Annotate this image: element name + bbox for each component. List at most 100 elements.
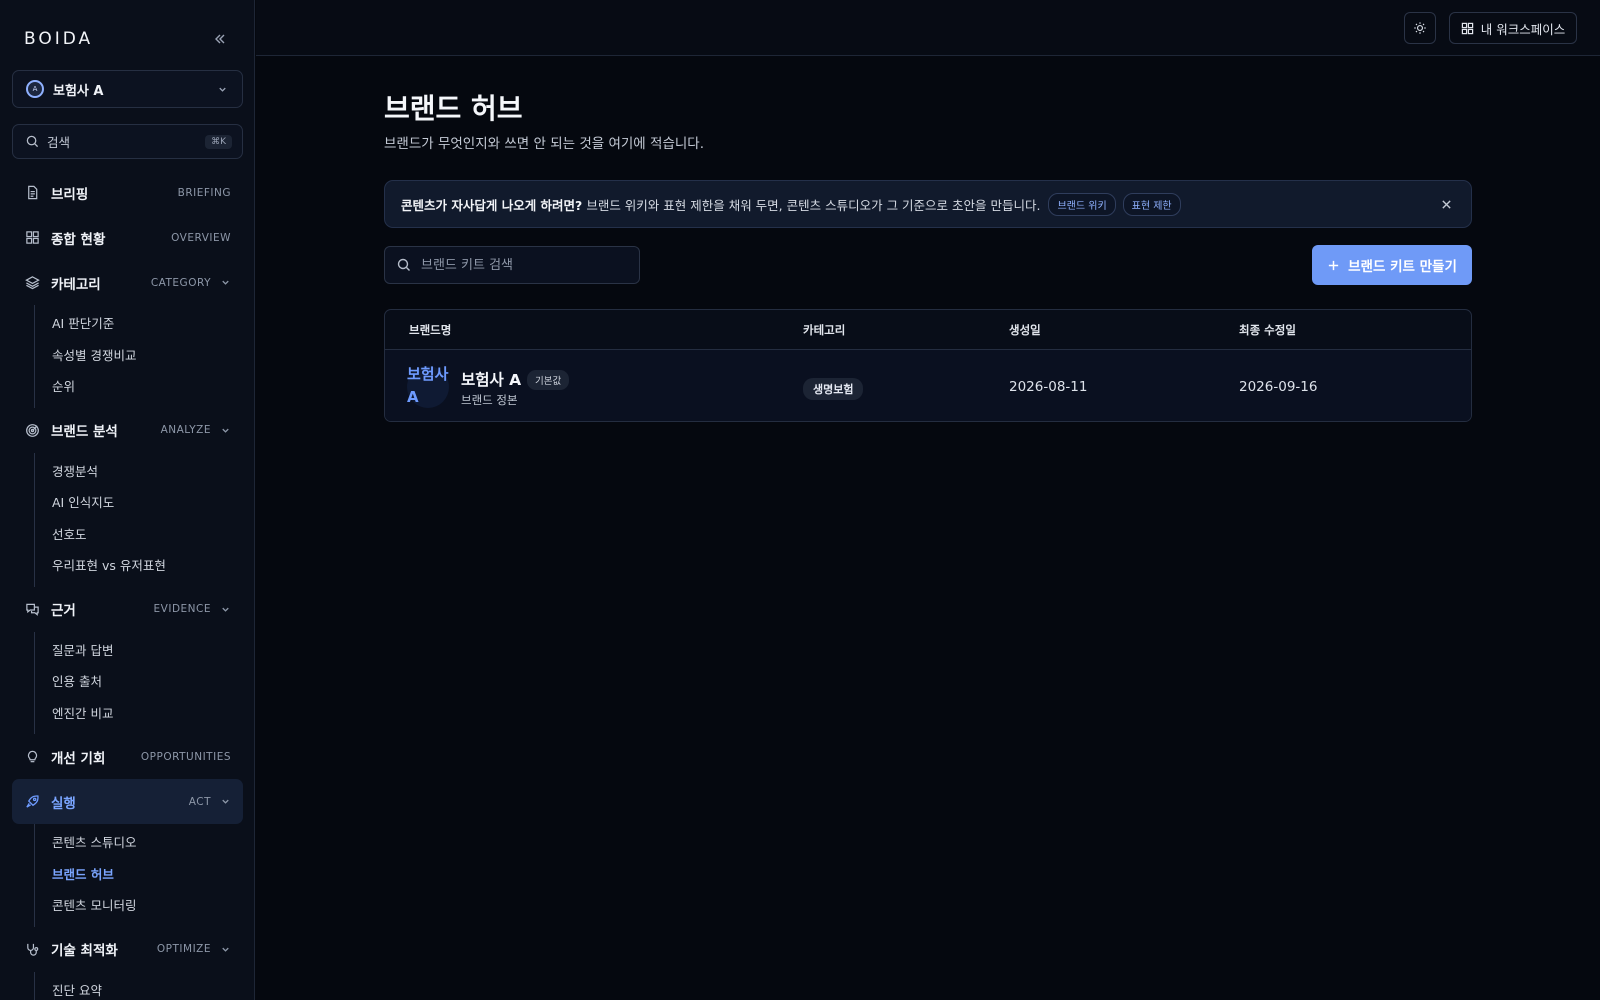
page-subtitle: 브랜드가 무엇인지와 쓰면 안 되는 것을 여기에 적습니다. — [384, 136, 704, 152]
search-shortcut-badge: ⌘K — [205, 134, 232, 149]
nav-section-optimize[interactable]: 기술 최적화 OPTIMIZE — [12, 927, 243, 972]
sidebar-sub-item[interactable]: AI 인식지도 — [35, 486, 243, 518]
sidebar-sub-item[interactable]: 인용 출처 — [35, 665, 243, 697]
nav-section-code: OVERVIEW — [171, 231, 231, 244]
nav-sub-list: 콘텐츠 스튜디오 브랜드 허브 콘텐츠 모니터링 — [34, 824, 243, 927]
rocket-icon — [24, 794, 40, 810]
create-brand-kit-button[interactable]: 브랜드 키트 만들기 — [1312, 245, 1472, 285]
nav-section-code: ANALYZE — [160, 424, 211, 436]
logo-row: BOIDA — [24, 26, 231, 52]
close-icon — [1441, 199, 1451, 209]
sidebar-sub-item[interactable]: 콘텐츠 모니터링 — [35, 889, 243, 921]
my-workspace-button[interactable]: 내 워크스페이스 — [1449, 12, 1577, 44]
nav-section-briefing[interactable]: 브리핑 BRIEFING — [12, 170, 243, 215]
brand-kit-table: 브랜드명 카테고리 생성일 최종 수정일 보험사 A 보험사 A 기본값 브랜드… — [384, 309, 1472, 422]
chevron-down-icon — [219, 425, 231, 436]
nav-section-opportunities[interactable]: 개선 기회 OPPORTUNITIES — [12, 734, 243, 779]
sidebar-sub-item[interactable]: 브랜드 허브 — [35, 858, 243, 890]
chevrons-left-icon — [215, 34, 225, 44]
nav-section-category[interactable]: 카테고리 CATEGORY — [12, 260, 243, 305]
sidebar-nav: 브리핑 BRIEFING 종합 현황 OVERVIEW 카테고리 CATEGORY AI 판… — [12, 170, 243, 1000]
sidebar-sub-item[interactable]: 선호도 — [35, 518, 243, 550]
app-logo[interactable]: BOIDA — [24, 29, 93, 49]
nav-section-label: 브리핑 — [51, 186, 89, 203]
sidebar-sub-item[interactable]: 콘텐츠 스튜디오 — [35, 826, 243, 858]
nav-section-label: 브랜드 분석 — [51, 424, 118, 440]
nav-section-act[interactable]: 실행 ACT — [12, 779, 243, 824]
theme-toggle-button[interactable] — [1404, 12, 1436, 44]
header-brand-name[interactable]: 브랜드명 — [409, 322, 451, 338]
nav-section-code: EVIDENCE — [153, 603, 211, 615]
banner-text: 브랜드 위키와 표현 제한을 채워 두면, 콘텐츠 스튜디오가 그 기준으로 초… — [586, 197, 1041, 213]
chat-icon — [24, 601, 40, 617]
brand-name[interactable]: 보험사 A — [461, 368, 521, 390]
workspace-name: 보험사 A — [53, 83, 104, 99]
my-workspace-label: 내 워크스페이스 — [1480, 21, 1566, 37]
chip-brand-wiki[interactable]: 브랜드 위키 — [1048, 192, 1116, 216]
modified-date: 2026-09-16 — [1239, 379, 1318, 395]
sidebar-search[interactable]: 검색 ⌘K — [12, 124, 243, 159]
nav-section-code: BRIEFING — [177, 186, 231, 199]
nav-section-code: ACT — [188, 795, 211, 808]
nav-section-evidence[interactable]: 근거 EVIDENCE — [12, 587, 243, 632]
info-banner: 콘텐츠가 자사답게 나오게 하려면? 브랜드 위키와 표현 제한을 채워 두면,… — [384, 180, 1472, 228]
sidebar-sub-item[interactable]: 질문과 답변 — [35, 634, 243, 666]
search-placeholder: 검색 — [47, 135, 71, 150]
nav-section-label: 종합 현황 — [51, 231, 106, 248]
workspace-selector[interactable]: A 보험사 A — [12, 70, 243, 108]
header-category[interactable]: 카테고리 — [803, 322, 845, 338]
grid-icon — [1461, 22, 1473, 34]
header-created[interactable]: 생성일 — [1009, 322, 1041, 338]
header-modified[interactable]: 최종 수정일 — [1239, 322, 1296, 338]
brand-description: 브랜드 정본 — [461, 393, 518, 407]
brand-avatar-text: 보험사 A — [407, 365, 449, 406]
grid-icon — [24, 230, 40, 246]
topbar: 내 워크스페이스 — [256, 0, 1600, 56]
sun-icon — [1414, 22, 1426, 34]
sidebar-sub-item[interactable]: 경쟁분석 — [35, 455, 243, 487]
workspace-avatar: A — [26, 80, 44, 98]
sidebar: BOIDA A 보험사 A 검색 ⌘K 브리핑 BRIEFING 종합 현황 OVER… — [0, 0, 255, 1000]
created-date: 2026-08-11 — [1009, 379, 1088, 395]
nav-sub-list: 질문과 답변 인용 출처 엔진간 비교 — [34, 631, 243, 734]
category-badge: 생명보험 — [803, 378, 864, 400]
collapse-sidebar-button[interactable] — [209, 28, 231, 50]
table-row[interactable]: 보험사 A 보험사 A 기본값 브랜드 정본 생명보험 2026-08-11 2… — [385, 350, 1471, 421]
default-badge: 기본값 — [527, 370, 570, 390]
sidebar-sub-item[interactable]: 우리표현 vs 유저표현 — [35, 549, 243, 581]
nav-section-code: OPTIMIZE — [156, 943, 211, 955]
main-content: 브랜드 허브 브랜드가 무엇인지와 쓰면 안 되는 것을 여기에 적습니다. 콘… — [256, 57, 1600, 1000]
nav-section-code: CATEGORY — [150, 276, 211, 289]
target-icon — [24, 422, 40, 438]
nav-sub-list: 진단 요약 — [34, 971, 243, 1000]
brand-kit-search[interactable] — [384, 246, 640, 284]
chip-expression-limits[interactable]: 표현 제한 — [1122, 192, 1181, 216]
nav-section-code: OPPORTUNITIES — [140, 750, 231, 763]
sidebar-sub-item[interactable]: 엔진간 비교 — [35, 697, 243, 729]
nav-section-analyze[interactable]: 브랜드 분석 ANALYZE — [12, 408, 243, 453]
nav-section-overview[interactable]: 종합 현황 OVERVIEW — [12, 215, 243, 260]
close-banner-button[interactable] — [1437, 195, 1455, 213]
chevron-down-icon — [219, 604, 231, 615]
nav-section-label: 카테고리 — [51, 276, 101, 293]
chevron-down-icon — [219, 944, 231, 955]
nav-sub-list: 경쟁분석 AI 인식지도 선호도 우리표현 vs 유저표현 — [34, 452, 243, 587]
brand-avatar: 보험사 A — [407, 365, 449, 408]
brand-kit-search-input[interactable] — [421, 257, 621, 273]
sidebar-sub-item[interactable]: 속성별 경쟁비교 — [35, 339, 243, 371]
layers-icon — [24, 275, 40, 291]
plus-icon — [1328, 260, 1339, 270]
chevron-down-icon — [219, 796, 231, 807]
nav-section-label: 개선 기회 — [51, 750, 106, 767]
sidebar-sub-item[interactable]: 순위 — [35, 370, 243, 402]
search-icon — [397, 258, 410, 271]
table-header: 브랜드명 카테고리 생성일 최종 수정일 — [385, 310, 1471, 350]
document-icon — [24, 185, 40, 201]
create-brand-kit-label: 브랜드 키트 만들기 — [1348, 259, 1457, 275]
banner-heading: 콘텐츠가 자사답게 나오게 하려면? — [401, 197, 583, 213]
search-icon — [26, 135, 39, 148]
sidebar-sub-item[interactable]: AI 판단기준 — [35, 307, 243, 339]
sidebar-sub-item[interactable]: 진단 요약 — [35, 974, 243, 1000]
page-title: 브랜드 허브 — [384, 92, 523, 125]
nav-section-label: 근거 — [51, 603, 76, 619]
